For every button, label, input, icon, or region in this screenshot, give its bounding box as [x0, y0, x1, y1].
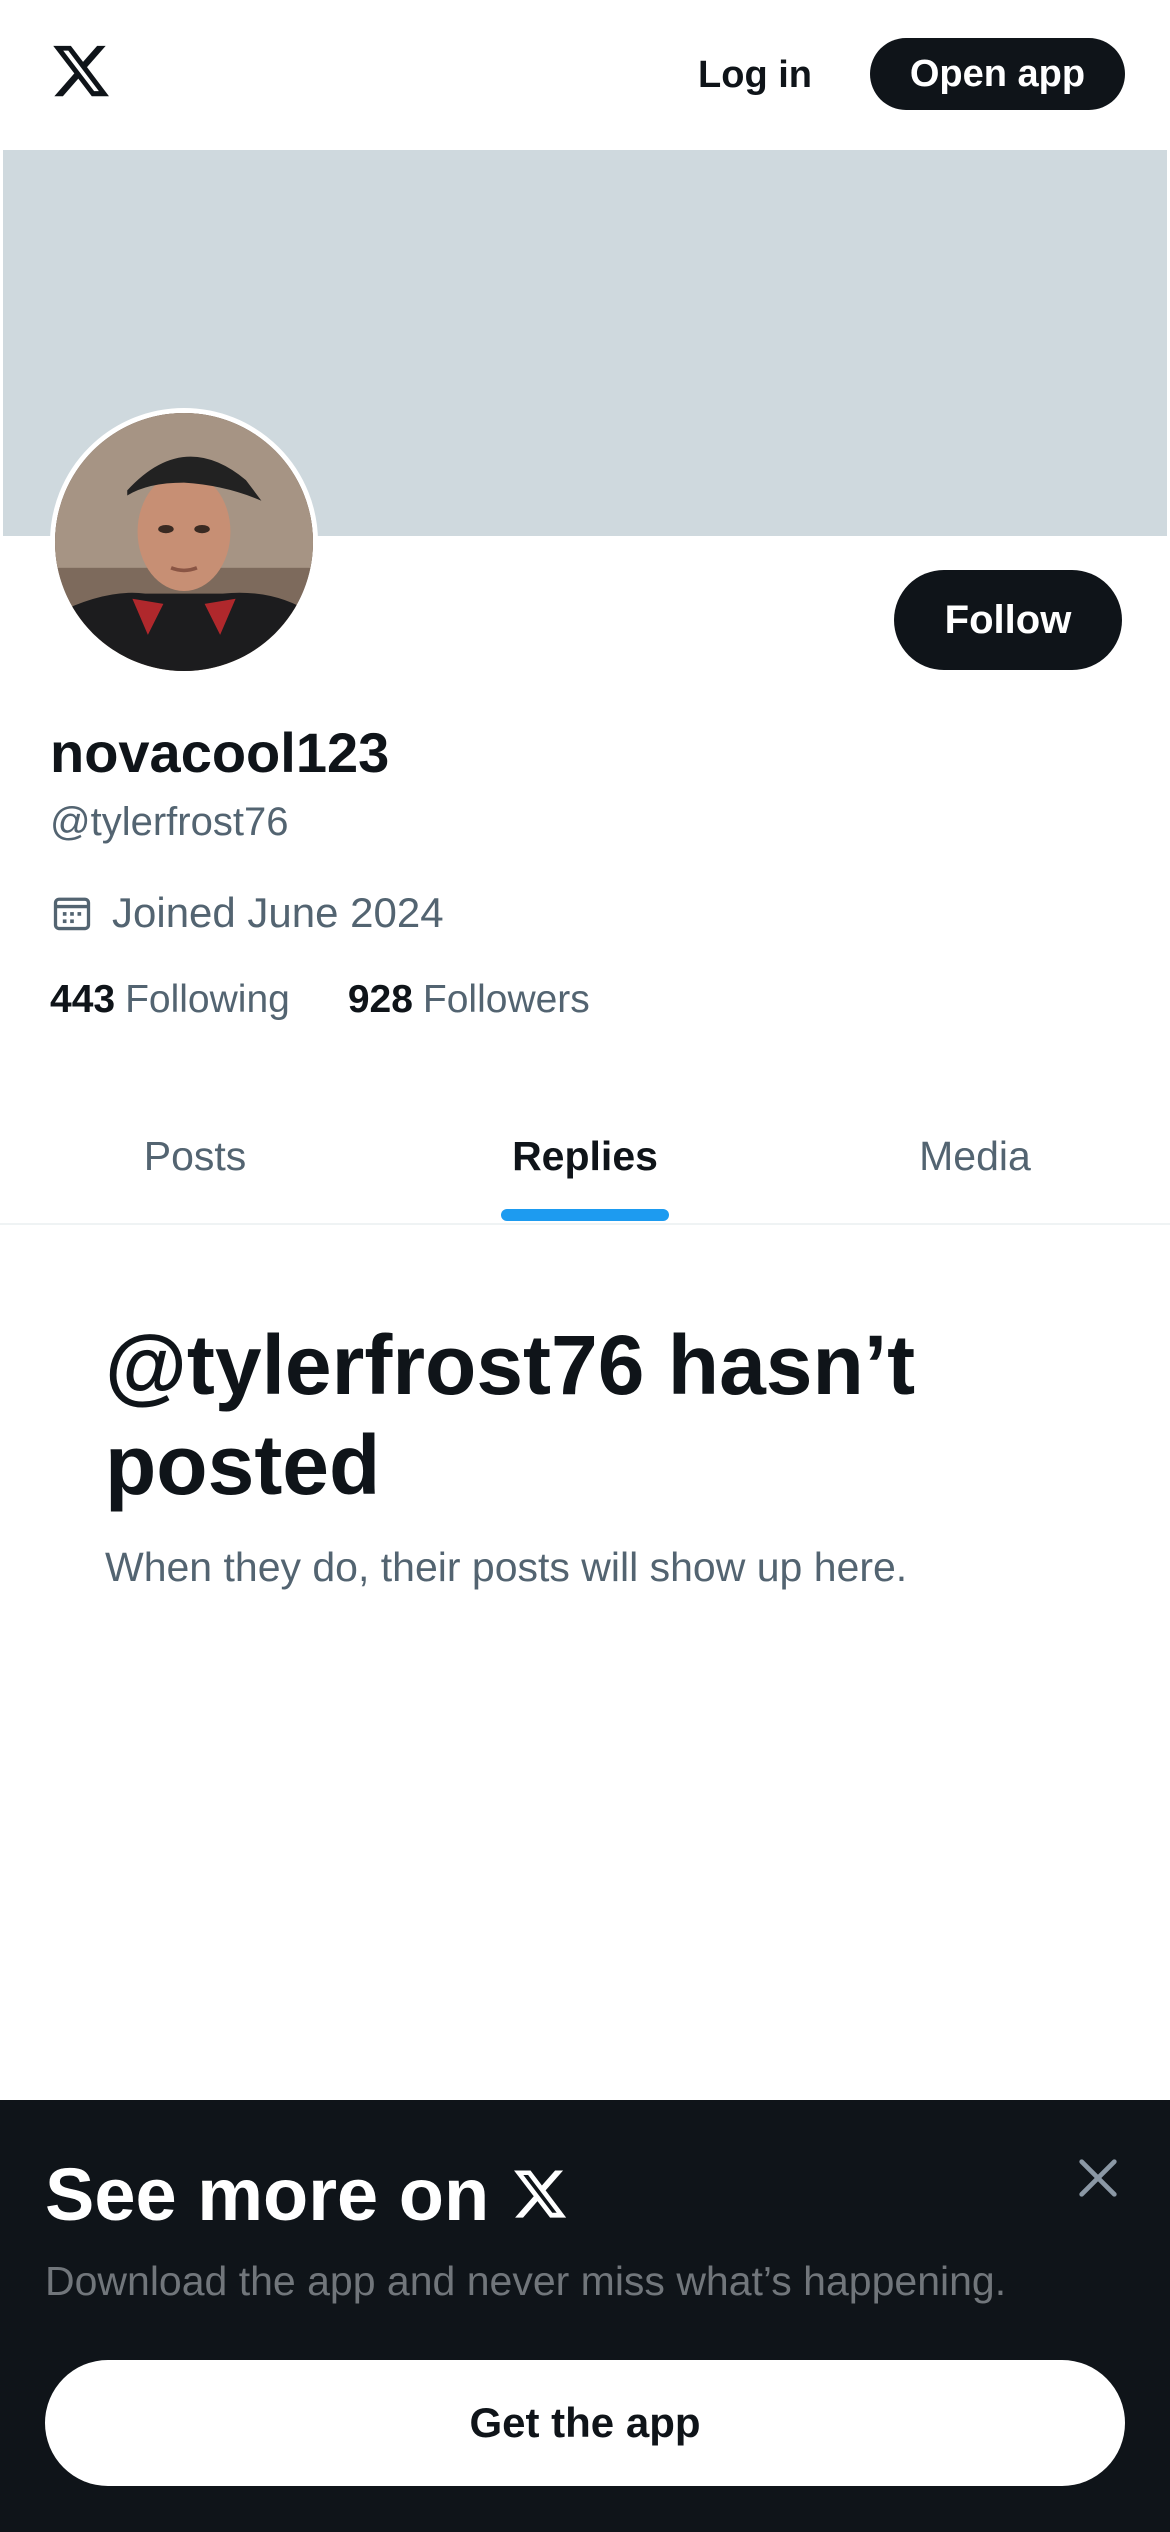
tab-posts[interactable]: Posts	[0, 1090, 390, 1223]
avatar[interactable]	[50, 408, 318, 676]
joined-date: Joined June 2024	[50, 885, 444, 941]
app-promo-sheet: See more on Download the app and never m…	[0, 2100, 1170, 2532]
follow-stats: 443 Following 928 Followers	[50, 972, 648, 1028]
follow-button[interactable]: Follow	[894, 570, 1122, 670]
joined-label: Joined June 2024	[112, 889, 444, 936]
x-logo-icon[interactable]	[50, 40, 112, 102]
following-label: Following	[125, 978, 290, 1021]
avatar-photo	[55, 413, 313, 671]
open-app-button[interactable]: Open app	[870, 38, 1125, 110]
sheet-subtitle: Download the app and never miss what’s h…	[45, 2258, 1007, 2304]
x-logo-icon	[514, 2170, 567, 2218]
empty-state-title: @tylerfrost76 hasn’t posted	[105, 1318, 916, 1512]
get-app-button[interactable]: Get the app	[45, 2360, 1125, 2486]
profile-page: Log in Open app Follow novacool123 @tyle…	[0, 0, 1170, 2532]
tab-media[interactable]: Media	[780, 1090, 1170, 1223]
tab-replies[interactable]: Replies	[390, 1090, 780, 1223]
followers-label: Followers	[422, 978, 590, 1021]
profile-tabs: Posts Replies Media	[0, 1090, 1170, 1225]
sheet-title: See more on	[45, 2148, 569, 2240]
active-tab-indicator	[501, 1209, 669, 1221]
followers-link[interactable]: 928 Followers	[348, 978, 590, 1022]
followers-count: 928	[347, 978, 413, 1021]
login-button[interactable]: Log in	[680, 40, 830, 110]
display-name: novacool123	[50, 721, 390, 784]
top-bar: Log in Open app	[0, 0, 1170, 150]
calendar-icon	[53, 897, 91, 931]
sheet-title-text: See more on	[45, 2152, 490, 2236]
tab-replies-label: Replies	[512, 1133, 658, 1179]
user-handle: @tylerfrost76	[50, 800, 289, 844]
tab-posts-label: Posts	[143, 1133, 247, 1179]
close-icon[interactable]	[1070, 2150, 1126, 2206]
tab-media-label: Media	[919, 1133, 1031, 1179]
following-link[interactable]: 443 Following	[50, 978, 290, 1022]
following-count: 443	[50, 978, 116, 1021]
empty-state-subtitle: When they do, their posts will show up h…	[105, 1544, 908, 1590]
